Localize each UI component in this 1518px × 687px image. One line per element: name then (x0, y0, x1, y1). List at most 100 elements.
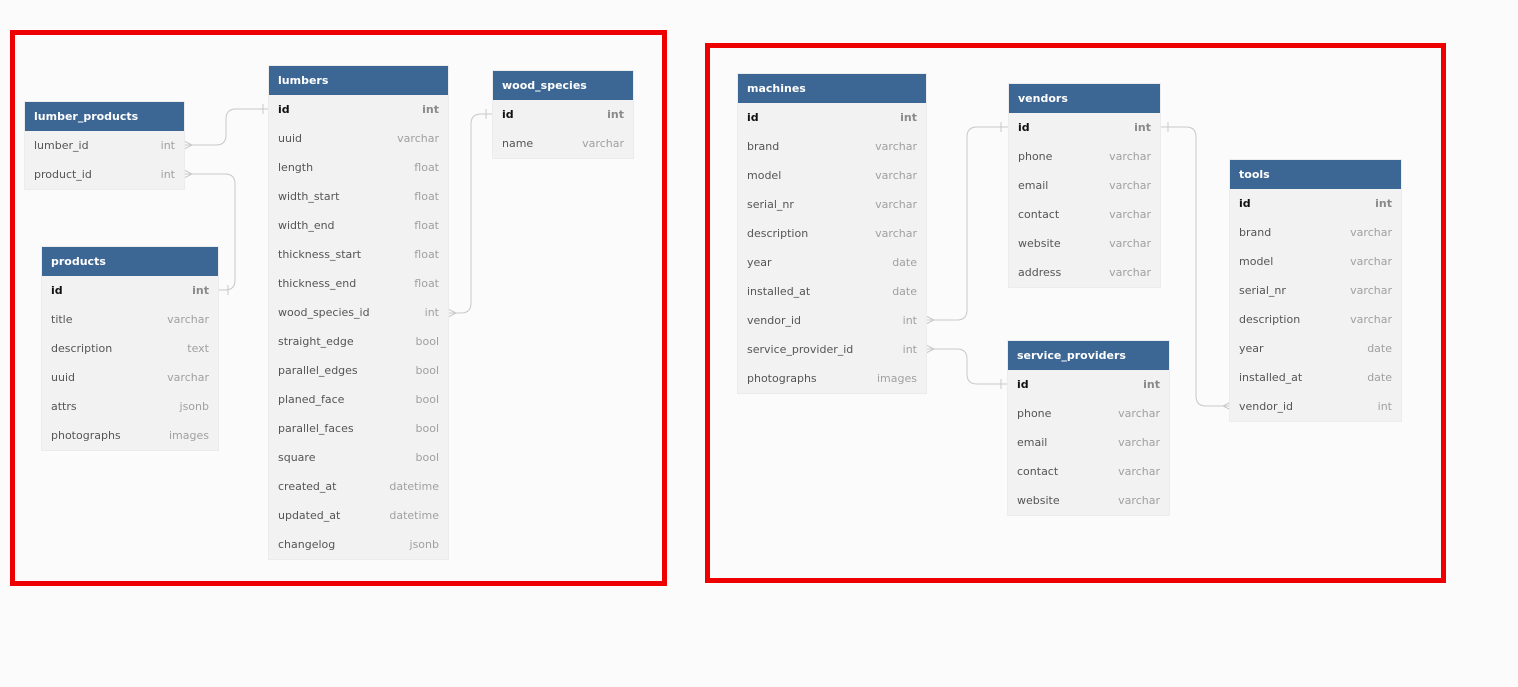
column-type: bool (415, 422, 440, 435)
wood-species-table-title[interactable]: wood_species (493, 71, 633, 100)
lumbers-column-row[interactable]: thickness_end float (269, 269, 448, 298)
column-name: installed_at (1239, 371, 1303, 384)
column-name: id (1239, 197, 1251, 210)
tools-column-row[interactable]: id int (1230, 189, 1401, 218)
tools-column-row[interactable]: brand varchar (1230, 218, 1401, 247)
column-type: varchar (582, 137, 624, 150)
lumbers-column-row[interactable]: changelog jsonb (269, 530, 448, 559)
lumbers-column-row[interactable]: id int (269, 95, 448, 124)
lumbers-column-row[interactable]: parallel_edges bool (269, 356, 448, 385)
table-lumber-products[interactable]: lumber_products lumber_id int product_id int (25, 102, 184, 189)
service-providers-column-row[interactable]: email varchar (1008, 428, 1169, 457)
column-name: attrs (51, 400, 77, 413)
machines-column-row[interactable]: id int (738, 103, 926, 132)
column-name: description (51, 342, 113, 355)
lumbers-column-row[interactable]: wood_species_id int (269, 298, 448, 327)
service-providers-column-row[interactable]: website varchar (1008, 486, 1169, 515)
lumbers-table-title[interactable]: lumbers (269, 66, 448, 95)
vendors-column-row[interactable]: address varchar (1009, 258, 1160, 287)
machines-column-row[interactable]: year date (738, 248, 926, 277)
column-type: date (892, 256, 917, 269)
machines-column-row[interactable]: model varchar (738, 161, 926, 190)
column-name: service_provider_id (747, 343, 854, 356)
vendors-column-row[interactable]: contact varchar (1009, 200, 1160, 229)
wood-species-column-row[interactable]: id int (493, 100, 633, 129)
wood-species-column-row[interactable]: name varchar (493, 129, 633, 158)
lumbers-column-row[interactable]: straight_edge bool (269, 327, 448, 356)
lumbers-column-row[interactable]: planed_face bool (269, 385, 448, 414)
vendors-table-title[interactable]: vendors (1009, 84, 1160, 113)
products-column-row[interactable]: title varchar (42, 305, 218, 334)
machines-column-row[interactable]: installed_at date (738, 277, 926, 306)
column-name: parallel_edges (278, 364, 358, 377)
tools-table-title[interactable]: tools (1230, 160, 1401, 189)
lumber-products-column-row[interactable]: lumber_id int (25, 131, 184, 160)
table-service-providers[interactable]: service_providers id int phone varchar email v… (1008, 341, 1169, 515)
lumbers-column-row[interactable]: width_end float (269, 211, 448, 240)
machines-column-row[interactable]: description varchar (738, 219, 926, 248)
vendors-column-row[interactable]: website varchar (1009, 229, 1160, 258)
column-name: created_at (278, 480, 337, 493)
products-column-row[interactable]: id int (42, 276, 218, 305)
column-name: title (51, 313, 73, 326)
tools-column-row[interactable]: installed_at date (1230, 363, 1401, 392)
machines-column-row[interactable]: brand varchar (738, 132, 926, 161)
lumbers-column-row[interactable]: created_at datetime (269, 472, 448, 501)
products-table-title[interactable]: products (42, 247, 218, 276)
table-wood-species[interactable]: wood_species id int name varchar (493, 71, 633, 158)
machines-table-title[interactable]: machines (738, 74, 926, 103)
table-machines[interactable]: machines id int brand varchar model varchar ser… (738, 74, 926, 393)
service-providers-column-row[interactable]: phone varchar (1008, 399, 1169, 428)
table-products[interactable]: products id int title varchar description text… (42, 247, 218, 450)
column-name: straight_edge (278, 335, 354, 348)
products-column-row[interactable]: attrs jsonb (42, 392, 218, 421)
machines-column-row[interactable]: service_provider_id int (738, 335, 926, 364)
products-column-row[interactable]: description text (42, 334, 218, 363)
tools-column-row[interactable]: model varchar (1230, 247, 1401, 276)
column-type: varchar (1350, 226, 1392, 239)
column-type: bool (415, 364, 440, 377)
vendors-column-row[interactable]: phone varchar (1009, 142, 1160, 171)
service-providers-column-row[interactable]: contact varchar (1008, 457, 1169, 486)
lumbers-column-row[interactable]: width_start float (269, 182, 448, 211)
column-name: website (1017, 494, 1060, 507)
table-vendors[interactable]: vendors id int phone varchar email varchar cont… (1009, 84, 1160, 287)
column-name: wood_species_id (278, 306, 370, 319)
machines-column-row[interactable]: serial_nr varchar (738, 190, 926, 219)
column-type: int (1375, 197, 1392, 210)
machines-column-row[interactable]: photographs images (738, 364, 926, 393)
lumber-products-column-row[interactable]: product_id int (25, 160, 184, 189)
column-type: varchar (1109, 150, 1151, 163)
column-type: varchar (1350, 284, 1392, 297)
products-column-row[interactable]: photographs images (42, 421, 218, 450)
products-column-row[interactable]: uuid varchar (42, 363, 218, 392)
column-name: id (1018, 121, 1030, 134)
column-type: float (414, 161, 439, 174)
lumbers-column-row[interactable]: parallel_faces bool (269, 414, 448, 443)
tools-column-row[interactable]: vendor_id int (1230, 392, 1401, 421)
column-type: int (1143, 378, 1160, 391)
lumbers-column-row[interactable]: updated_at datetime (269, 501, 448, 530)
lumbers-column-row[interactable]: thickness_start float (269, 240, 448, 269)
service-providers-table-title[interactable]: service_providers (1008, 341, 1169, 370)
column-type: varchar (397, 132, 439, 145)
table-tools[interactable]: tools id int brand varchar model varchar serial… (1230, 160, 1401, 421)
column-name: email (1017, 436, 1048, 449)
vendors-column-row[interactable]: email varchar (1009, 171, 1160, 200)
lumbers-column-row[interactable]: uuid varchar (269, 124, 448, 153)
tools-column-row[interactable]: year date (1230, 334, 1401, 363)
lumber-products-table-title[interactable]: lumber_products (25, 102, 184, 131)
tools-column-row[interactable]: serial_nr varchar (1230, 276, 1401, 305)
vendors-column-row[interactable]: id int (1009, 113, 1160, 142)
column-type: varchar (1350, 255, 1392, 268)
lumbers-column-row[interactable]: square bool (269, 443, 448, 472)
table-lumbers[interactable]: lumbers id int uuid varchar length float width_… (269, 66, 448, 559)
machines-column-row[interactable]: vendor_id int (738, 306, 926, 335)
column-name: lumber_id (34, 139, 89, 152)
tools-column-row[interactable]: description varchar (1230, 305, 1401, 334)
column-type: bool (415, 335, 440, 348)
service-providers-column-row[interactable]: id int (1008, 370, 1169, 399)
column-name: description (747, 227, 809, 240)
column-type: int (160, 168, 175, 181)
lumbers-column-row[interactable]: length float (269, 153, 448, 182)
